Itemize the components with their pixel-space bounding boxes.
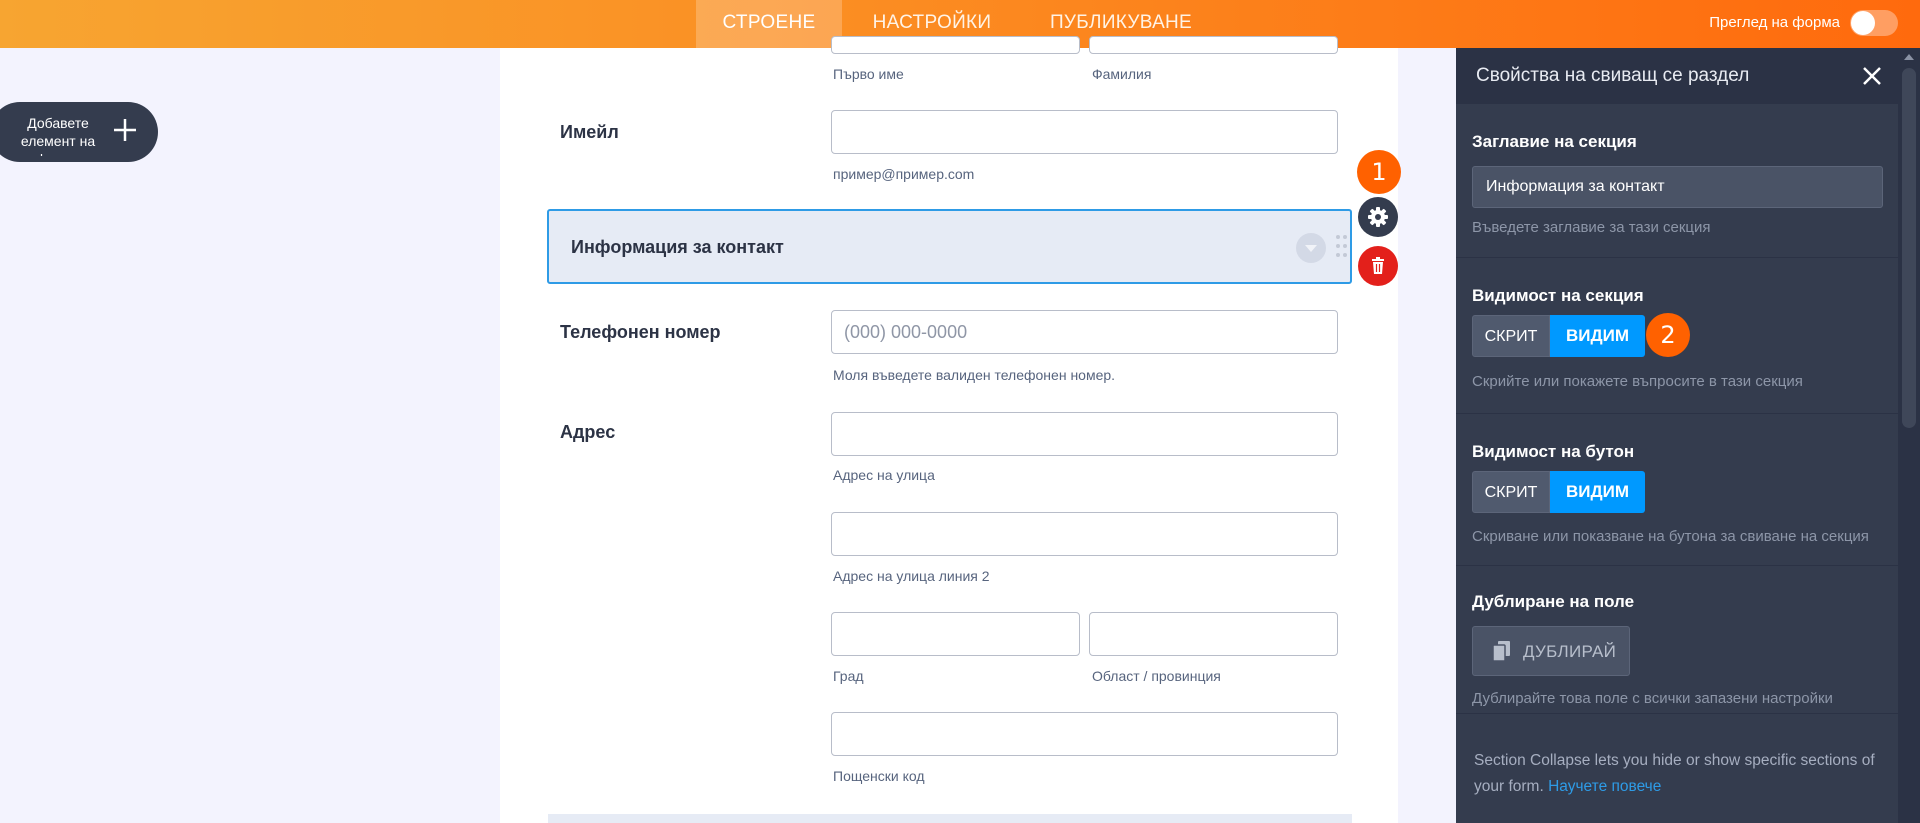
postal-code-sublabel: Пощенски код — [833, 768, 925, 784]
chevron-down-icon[interactable] — [1296, 233, 1326, 263]
section-collapse-info: Section Collapse lets you hide or show s… — [1474, 748, 1894, 800]
tab-build[interactable]: СТРОЕНЕ — [696, 0, 842, 48]
email-label: Имейл — [560, 122, 619, 142]
drag-handle-icon[interactable] — [1336, 235, 1348, 261]
trash-icon — [1372, 257, 1384, 274]
state-sublabel: Област / провинция — [1092, 668, 1221, 684]
last-name-sublabel: Фамилия — [1092, 66, 1152, 82]
phone-input[interactable]: (000) 000-0000 — [831, 310, 1338, 354]
email-input[interactable] — [831, 110, 1338, 154]
address-label: Адрес — [560, 422, 616, 442]
email-sublabel: пример@пример.com — [833, 166, 975, 182]
section-title: Информация за контакт — [571, 237, 784, 257]
learn-more-link[interactable]: Научете повече — [1548, 778, 1661, 795]
form-canvas: Първо име Фамилия Имейл пример@пример.co… — [500, 36, 1398, 823]
section-title-label: Заглавие на секция — [1472, 132, 1637, 151]
scroll-up-arrow-icon[interactable] — [1904, 54, 1914, 60]
step-badge-2: 2 — [1646, 313, 1690, 357]
step-badge-1: 1 — [1357, 150, 1401, 194]
button-visibility-hint: Скриване или показване на бутона за свив… — [1472, 528, 1869, 545]
button-visibility-label: Видимост на бутон — [1472, 442, 1635, 461]
scrollbar-thumb[interactable] — [1902, 68, 1916, 428]
panel-title: Свойства на свиващ се раздел — [1476, 65, 1750, 86]
section-visibility-label: Видимост на секция — [1472, 286, 1644, 305]
street-address-input[interactable] — [831, 412, 1338, 456]
section-title-input[interactable]: Информация за контакт — [1472, 166, 1883, 208]
button-hidden-option[interactable]: СКРИТ — [1472, 471, 1550, 513]
section-hidden-option[interactable]: СКРИТ — [1472, 315, 1550, 357]
add-element-label: Добавете елемент на форма — [20, 115, 96, 156]
button-visible-option[interactable]: ВИДИМ — [1550, 471, 1645, 513]
next-section-header — [548, 814, 1352, 823]
close-icon[interactable] — [1860, 64, 1884, 88]
properties-panel: Свойства на свиващ се раздел Заглавие на… — [1456, 48, 1920, 823]
section-visible-option[interactable]: ВИДИМ — [1550, 315, 1645, 357]
postal-code-input[interactable] — [831, 712, 1338, 756]
duplicate-field-group: Дублиране на поле ДУБЛИРАЙ Дублирайте то… — [1456, 566, 1898, 714]
button-visibility-group: Видимост на бутон СКРИТ ВИДИМ Скриване и… — [1456, 414, 1898, 566]
add-form-element-button[interactable]: Добавете елемент на форма — [0, 102, 158, 162]
state-input[interactable] — [1089, 612, 1338, 656]
phone-sublabel: Моля въведете валиден телефонен номер. — [833, 367, 1116, 383]
section-title-group: Заглавие на секция Информация за контакт… — [1456, 104, 1898, 258]
first-name-sublabel: Първо име — [833, 66, 904, 82]
settings-gear-button[interactable] — [1358, 197, 1398, 237]
info-text: Section Collapse lets you hide or show s… — [1474, 752, 1875, 795]
section-visibility-hint: Скрийте или покажете въпросите в тази се… — [1472, 373, 1803, 390]
phone-label: Телефонен номер — [560, 322, 721, 342]
last-name-input[interactable] — [1089, 36, 1338, 54]
toggle-knob — [1851, 11, 1875, 35]
form-preview-label: Преглед на форма — [1709, 14, 1840, 31]
copy-icon — [1493, 641, 1510, 661]
street-address-line2-input[interactable] — [831, 512, 1338, 556]
panel-scrollbar[interactable] — [1898, 48, 1920, 823]
form-preview-toggle[interactable] — [1850, 10, 1898, 36]
panel-header: Свойства на свиващ се раздел — [1456, 48, 1920, 104]
collapsible-section-header[interactable]: Информация за контакт — [547, 209, 1352, 284]
city-input[interactable] — [831, 612, 1080, 656]
duplicate-field-hint: Дублирайте това поле с всички запазени н… — [1472, 690, 1833, 707]
section-title-hint: Въведете заглавие за тази секция — [1472, 219, 1711, 236]
street-address-sublabel: Адрес на улица — [833, 467, 935, 483]
duplicate-field-label: Дублиране на поле — [1472, 592, 1635, 611]
duplicate-button[interactable]: ДУБЛИРАЙ — [1472, 626, 1630, 676]
plus-icon — [114, 119, 136, 141]
first-name-input[interactable] — [831, 36, 1080, 54]
delete-field-button[interactable] — [1358, 246, 1398, 286]
gear-icon — [1368, 207, 1388, 227]
duplicate-button-label: ДУБЛИРАЙ — [1523, 642, 1617, 661]
street-address-line2-sublabel: Адрес на улица линия 2 — [833, 568, 990, 584]
city-sublabel: Град — [833, 668, 864, 684]
